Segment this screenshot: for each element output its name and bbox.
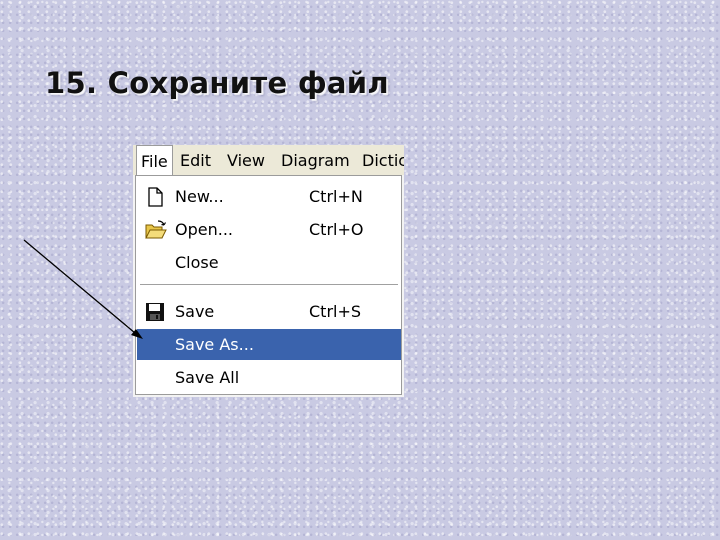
menu-item-save-as[interactable]: Save As...	[137, 329, 401, 360]
menu-view[interactable]: View	[227, 151, 265, 170]
menu-edit[interactable]: Edit	[180, 151, 211, 170]
menu-item-open-label: Open...	[175, 220, 233, 239]
menu-item-new[interactable]: New... Ctrl+N	[137, 181, 401, 212]
menu-file[interactable]: File	[136, 145, 173, 175]
menu-item-close-label: Close	[175, 253, 219, 272]
menu-item-save[interactable]: Save Ctrl+S	[137, 296, 401, 327]
menu-item-save-label: Save	[175, 302, 215, 321]
menu-item-new-label: New...	[175, 187, 224, 206]
menu-item-save-as-label: Save As...	[175, 335, 254, 354]
slide-title: 15. Сохраните файл	[45, 66, 389, 100]
open-folder-icon	[145, 220, 167, 240]
menu-dictionary[interactable]: Dictic	[362, 151, 404, 170]
menu-item-save-shortcut: Ctrl+S	[309, 302, 362, 321]
menu-file-label: File	[141, 152, 168, 171]
menu-item-new-shortcut: Ctrl+N	[309, 187, 363, 206]
new-document-icon	[145, 187, 165, 207]
menu-separator	[140, 284, 398, 286]
menu-item-save-all[interactable]: Save All	[137, 362, 401, 393]
menu-item-open[interactable]: Open... Ctrl+O	[137, 214, 401, 245]
floppy-disk-icon	[145, 302, 165, 322]
menu-diagram[interactable]: Diagram	[281, 151, 350, 170]
menu-screenshot: File Edit View Diagram Dictic New... Ctr…	[133, 145, 404, 397]
menu-item-close[interactable]: Close	[137, 247, 401, 278]
file-menu-dropdown: New... Ctrl+N Open... Ctrl+O Close Save …	[135, 175, 402, 395]
menu-item-open-shortcut: Ctrl+O	[309, 220, 364, 239]
menu-item-save-all-label: Save All	[175, 368, 240, 387]
menu-bar: File Edit View Diagram Dictic	[133, 145, 404, 175]
